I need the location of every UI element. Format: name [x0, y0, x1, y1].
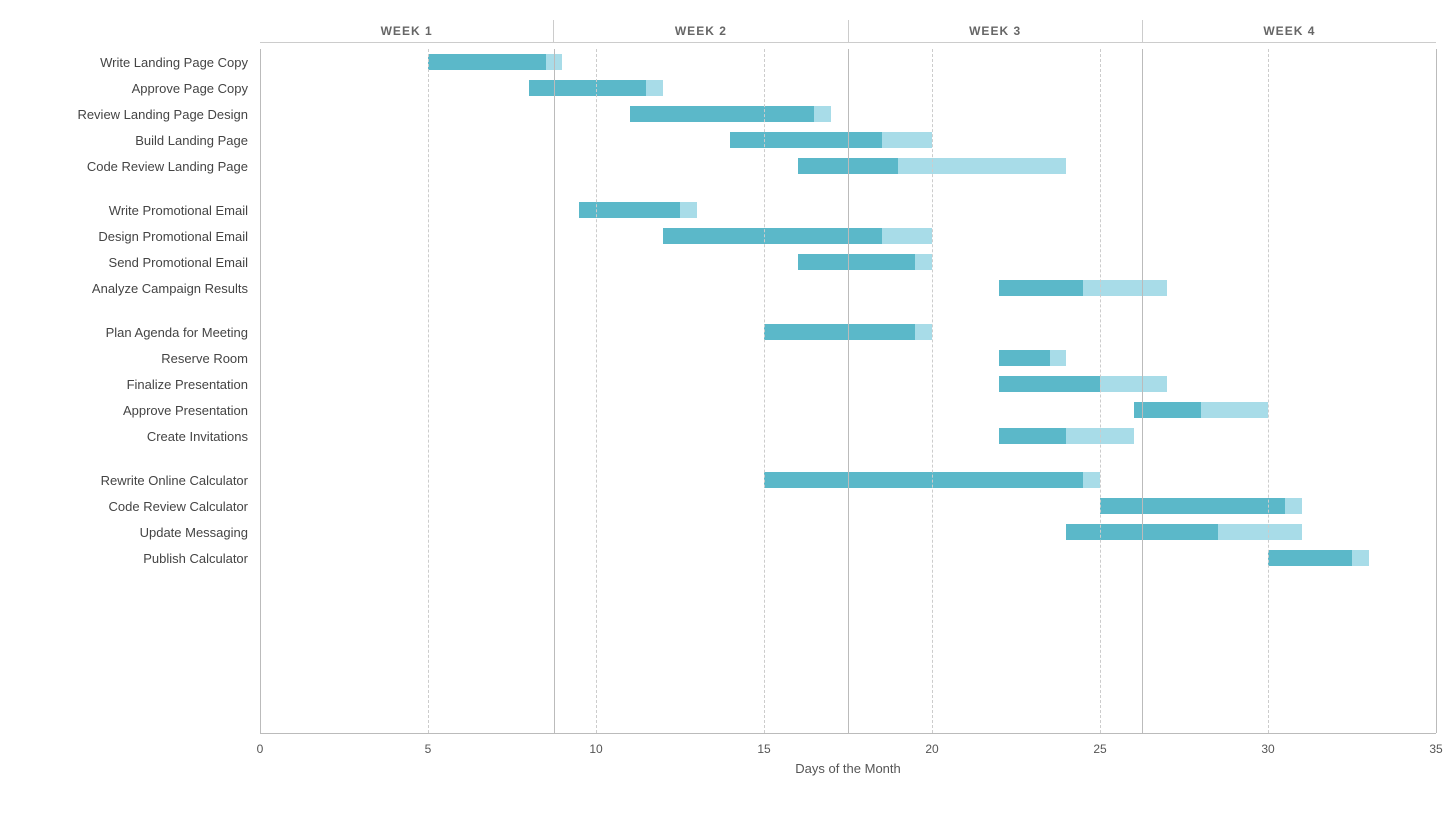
task-label: Plan Agenda for Meeting	[0, 319, 260, 345]
bar-row	[260, 545, 1436, 571]
x-tick: 0	[257, 742, 264, 756]
bar-row	[260, 223, 1436, 249]
task-label: Code Review Landing Page	[0, 153, 260, 179]
bar-dark	[730, 132, 881, 148]
task-label: Analyze Campaign Results	[0, 275, 260, 301]
group-spacer	[0, 179, 260, 197]
bar-dark	[1134, 402, 1201, 418]
bar-light	[1100, 376, 1167, 392]
bar-row	[260, 319, 1436, 345]
week4-label: WEEK 4	[1143, 20, 1436, 42]
bar-row	[260, 493, 1436, 519]
bar-light	[680, 202, 697, 218]
bar-row	[260, 467, 1436, 493]
bar-row	[260, 153, 1436, 179]
bar-light	[646, 80, 663, 96]
row-spacer	[260, 449, 1436, 467]
bar-dark	[1268, 550, 1352, 566]
bar-dark	[999, 428, 1066, 444]
bar-light	[1050, 350, 1067, 366]
bar-dark	[428, 54, 546, 70]
x-tick: 25	[1093, 742, 1106, 756]
row-spacer	[260, 301, 1436, 319]
bar-dark	[1066, 524, 1217, 540]
bar-light	[1218, 524, 1302, 540]
week-gridline	[1436, 49, 1437, 733]
rows-area	[260, 49, 1436, 733]
task-label: Write Promotional Email	[0, 197, 260, 223]
bar-row	[260, 519, 1436, 545]
x-tick: 35	[1429, 742, 1442, 756]
bar-light	[546, 54, 563, 70]
x-tick: 20	[925, 742, 938, 756]
week2-label: WEEK 2	[554, 20, 848, 42]
week-header: WEEK 1 WEEK 2 WEEK 3 WEEK 4	[260, 20, 1436, 43]
bar-light	[1201, 402, 1268, 418]
task-label: Approve Page Copy	[0, 75, 260, 101]
task-label: Design Promotional Email	[0, 223, 260, 249]
bar-row	[260, 371, 1436, 397]
bar-row	[260, 345, 1436, 371]
bar-light	[1083, 280, 1167, 296]
bar-row	[260, 249, 1436, 275]
task-label: Review Landing Page Design	[0, 101, 260, 127]
group-spacer	[0, 449, 260, 467]
bar-light	[898, 158, 1066, 174]
task-label: Code Review Calculator	[0, 493, 260, 519]
bar-light	[1285, 498, 1302, 514]
chart-body: Write Landing Page CopyApprove Page Copy…	[0, 49, 1436, 733]
task-label: Reserve Room	[0, 345, 260, 371]
task-label: Send Promotional Email	[0, 249, 260, 275]
bar-dark	[630, 106, 815, 122]
bar-dark	[798, 158, 899, 174]
chart-area	[260, 49, 1436, 733]
bar-light	[1352, 550, 1369, 566]
bar-dark	[663, 228, 881, 244]
bar-dark	[529, 80, 647, 96]
x-tick: 15	[757, 742, 770, 756]
row-spacer	[260, 179, 1436, 197]
task-label: Create Invitations	[0, 423, 260, 449]
bar-dark	[798, 254, 916, 270]
bar-row	[260, 275, 1436, 301]
bar-dark	[999, 376, 1100, 392]
gantt-chart: WEEK 1 WEEK 2 WEEK 3 WEEK 4 Write Landin…	[0, 0, 1446, 836]
bar-dark	[999, 280, 1083, 296]
x-axis: 05101520253035	[260, 733, 1436, 753]
bar-light	[915, 254, 932, 270]
week3-label: WEEK 3	[849, 20, 1143, 42]
bar-row	[260, 75, 1436, 101]
bar-row	[260, 197, 1436, 223]
task-label: Build Landing Page	[0, 127, 260, 153]
bar-row	[260, 49, 1436, 75]
task-label: Update Messaging	[0, 519, 260, 545]
bar-light	[882, 132, 932, 148]
bar-row	[260, 101, 1436, 127]
task-label: Approve Presentation	[0, 397, 260, 423]
bar-light	[882, 228, 932, 244]
task-labels: Write Landing Page CopyApprove Page Copy…	[0, 49, 260, 733]
bar-dark	[579, 202, 680, 218]
week1-label: WEEK 1	[260, 20, 554, 42]
bar-dark	[1100, 498, 1285, 514]
bar-row	[260, 397, 1436, 423]
x-axis-title: Days of the Month	[260, 761, 1436, 776]
bar-row	[260, 127, 1436, 153]
task-label: Write Landing Page Copy	[0, 49, 260, 75]
x-tick: 10	[589, 742, 602, 756]
bar-dark	[999, 350, 1049, 366]
bar-dark	[764, 324, 915, 340]
task-label: Publish Calculator	[0, 545, 260, 571]
bar-light	[1083, 472, 1100, 488]
bar-light	[1066, 428, 1133, 444]
bar-row	[260, 423, 1436, 449]
bar-dark	[764, 472, 1083, 488]
x-tick: 5	[425, 742, 432, 756]
task-label: Rewrite Online Calculator	[0, 467, 260, 493]
task-label: Finalize Presentation	[0, 371, 260, 397]
bar-light	[814, 106, 831, 122]
group-spacer	[0, 301, 260, 319]
x-tick: 30	[1261, 742, 1274, 756]
bar-light	[915, 324, 932, 340]
